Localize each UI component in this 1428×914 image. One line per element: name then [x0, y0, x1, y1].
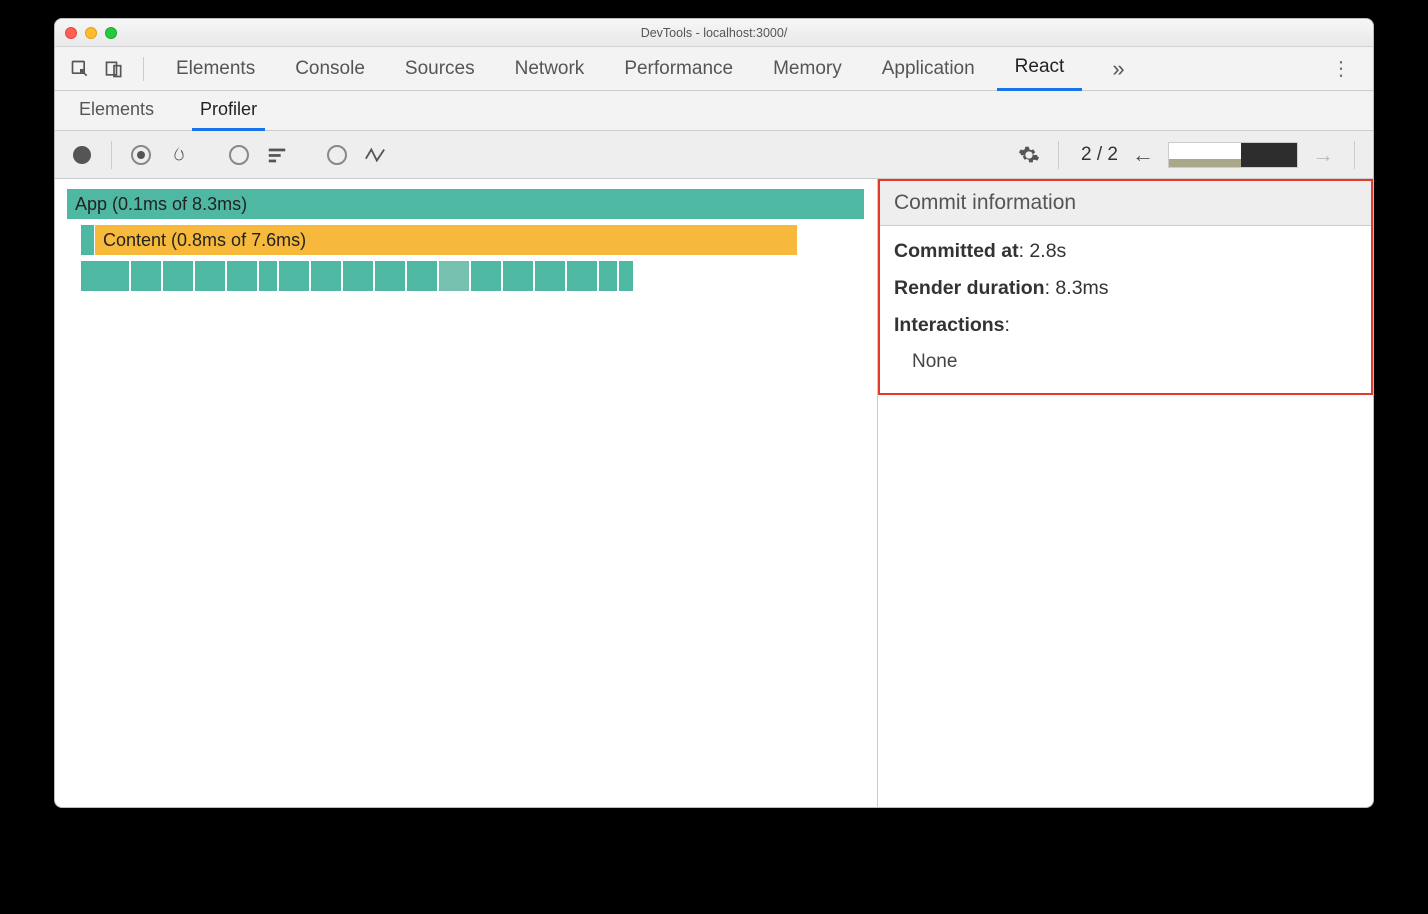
flame-leaf[interactable] — [259, 261, 277, 291]
flame-row-app[interactable]: App (0.1ms of 8.3ms) — [67, 189, 865, 219]
flame-leaf[interactable] — [195, 261, 225, 291]
divider — [1058, 141, 1059, 169]
profiler-toolbar: 2 / 2 ← → — [55, 131, 1373, 179]
inspect-element-icon[interactable] — [65, 54, 95, 84]
flame-leaf[interactable] — [503, 261, 533, 291]
flame-row-content[interactable]: Content (0.8ms of 7.6ms) — [81, 225, 865, 255]
more-options-icon[interactable]: ⋮ — [1319, 56, 1363, 81]
prev-commit-icon[interactable]: ← — [1126, 142, 1160, 168]
interactions-radio[interactable] — [322, 140, 352, 170]
flame-leaf[interactable] — [619, 261, 633, 291]
ranked-radio[interactable] — [224, 140, 254, 170]
flame-leaf[interactable] — [407, 261, 437, 291]
tab-application[interactable]: Application — [864, 47, 993, 91]
commit-bar-2[interactable] — [1241, 143, 1297, 167]
ranked-icon[interactable] — [262, 140, 292, 170]
tabs-overflow-icon[interactable]: » — [1102, 47, 1134, 91]
commit-info-body: Committed at: 2.8s Render duration: 8.3m… — [880, 226, 1371, 393]
flame-leaf[interactable] — [81, 261, 129, 291]
flame-segment-stub[interactable] — [81, 225, 95, 255]
flame-leaf[interactable] — [131, 261, 161, 291]
flame-icon[interactable] — [164, 140, 194, 170]
render-duration-label: Render duration — [894, 277, 1045, 299]
commit-info-header: Commit information — [880, 181, 1371, 226]
flamegraph-pane: App (0.1ms of 8.3ms) Content (0.8ms of 7… — [55, 179, 877, 807]
next-commit-icon: → — [1306, 142, 1340, 168]
divider — [1354, 141, 1355, 169]
tab-memory[interactable]: Memory — [755, 47, 860, 91]
commit-bar-chart[interactable] — [1168, 142, 1298, 168]
flamegraph-radio[interactable] — [126, 140, 156, 170]
interactions-icon[interactable] — [360, 140, 390, 170]
tab-performance[interactable]: Performance — [606, 47, 751, 91]
device-toolbar-icon[interactable] — [99, 54, 129, 84]
flame-label-app: App (0.1ms of 8.3ms) — [75, 194, 247, 215]
flame-leaf[interactable] — [439, 261, 469, 291]
window-title: DevTools - localhost:3000/ — [55, 26, 1373, 40]
flame-leaf[interactable] — [311, 261, 341, 291]
settings-gear-icon[interactable] — [1014, 140, 1044, 170]
tab-network[interactable]: Network — [497, 47, 603, 91]
flame-leaf[interactable] — [163, 261, 193, 291]
react-subtabs: Elements Profiler — [55, 91, 1373, 131]
tab-react[interactable]: React — [997, 47, 1083, 91]
divider — [143, 57, 144, 81]
committed-at-label: Committed at — [894, 240, 1019, 262]
commit-bar-1[interactable] — [1169, 143, 1241, 167]
devtools-window: DevTools - localhost:3000/ Elements Cons… — [54, 18, 1374, 808]
flame-leaf[interactable] — [471, 261, 501, 291]
interactions-value: None — [894, 351, 1357, 373]
flame-row-leaves — [81, 261, 865, 291]
subtab-elements[interactable]: Elements — [71, 95, 162, 128]
flame-segment-app[interactable]: App (0.1ms of 8.3ms) — [67, 189, 865, 219]
committed-at-row: Committed at: 2.8s — [894, 240, 1357, 263]
flame-leaf[interactable] — [599, 261, 617, 291]
window-titlebar: DevTools - localhost:3000/ — [55, 19, 1373, 47]
render-duration-value: : 8.3ms — [1045, 277, 1109, 299]
subtab-profiler[interactable]: Profiler — [192, 95, 265, 131]
flame-leaf[interactable] — [375, 261, 405, 291]
flame-leaf[interactable] — [343, 261, 373, 291]
tab-sources[interactable]: Sources — [387, 47, 493, 91]
flame-leaf[interactable] — [535, 261, 565, 291]
profiler-main: App (0.1ms of 8.3ms) Content (0.8ms of 7… — [55, 179, 1373, 807]
commit-pager: 2 / 2 — [1081, 144, 1118, 166]
divider — [111, 141, 112, 169]
flame-label-content: Content (0.8ms of 7.6ms) — [103, 230, 306, 251]
render-duration-row: Render duration: 8.3ms — [894, 277, 1357, 300]
flame-leaf[interactable] — [567, 261, 597, 291]
interactions-row: Interactions: — [894, 314, 1357, 337]
flame-leaf[interactable] — [279, 261, 309, 291]
flame-segment-content[interactable]: Content (0.8ms of 7.6ms) — [95, 225, 798, 255]
sidebar: Commit information Committed at: 2.8s Re… — [877, 179, 1373, 807]
record-button[interactable] — [67, 140, 97, 170]
tab-elements[interactable]: Elements — [158, 47, 273, 91]
interactions-colon: : — [1005, 314, 1010, 336]
tab-console[interactable]: Console — [277, 47, 383, 91]
devtools-tabbar: Elements Console Sources Network Perform… — [55, 47, 1373, 91]
committed-at-value: : 2.8s — [1019, 240, 1067, 262]
flame-leaf[interactable] — [227, 261, 257, 291]
commit-info-highlight: Commit information Committed at: 2.8s Re… — [878, 179, 1373, 395]
interactions-label: Interactions — [894, 314, 1005, 336]
